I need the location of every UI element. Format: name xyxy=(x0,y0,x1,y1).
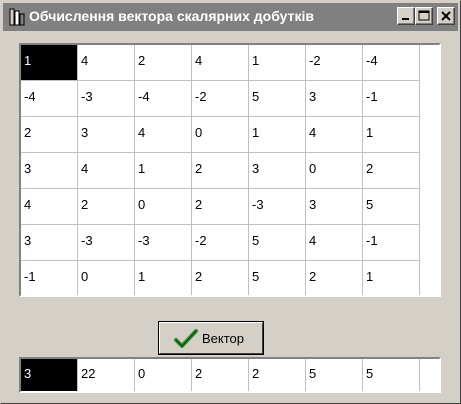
matrix-cell[interactable]: 3 xyxy=(306,81,363,117)
matrix-cell[interactable]: 3 xyxy=(78,117,135,153)
matrix-cell[interactable]: -1 xyxy=(363,81,420,117)
matrix-cell[interactable]: 2 xyxy=(78,189,135,225)
matrix-cell[interactable]: 2 xyxy=(192,189,249,225)
matrix-cell[interactable]: 4 xyxy=(306,225,363,261)
matrix-cell[interactable]: 4 xyxy=(135,117,192,153)
matrix-cell[interactable]: 4 xyxy=(192,45,249,81)
app-icon xyxy=(9,8,25,26)
matrix-cell[interactable]: 0 xyxy=(135,189,192,225)
matrix-cell[interactable]: 4 xyxy=(78,45,135,81)
result-cell[interactable]: 5 xyxy=(363,359,420,391)
matrix-cell[interactable]: 2 xyxy=(21,117,78,153)
result-cell[interactable]: 2 xyxy=(192,359,249,391)
matrix-cell[interactable]: -2 xyxy=(192,225,249,261)
matrix-cell[interactable]: -3 xyxy=(135,225,192,261)
matrix-cell[interactable]: 0 xyxy=(306,153,363,189)
result-cell[interactable]: 22 xyxy=(78,359,135,391)
matrix-cell[interactable]: 4 xyxy=(306,117,363,153)
matrix-cell[interactable]: -3 xyxy=(249,189,306,225)
matrix-cell[interactable]: -2 xyxy=(192,81,249,117)
matrix-cell[interactable]: 1 xyxy=(21,45,78,81)
matrix-cell[interactable]: 0 xyxy=(78,261,135,295)
result-cell[interactable]: 3 xyxy=(21,359,78,391)
vector-button-face: Вектор xyxy=(159,322,263,354)
minimize-icon xyxy=(402,18,409,20)
matrix-cell[interactable]: 5 xyxy=(249,81,306,117)
matrix-cell[interactable]: 2 xyxy=(192,261,249,295)
maximize-button[interactable] xyxy=(415,7,433,25)
matrix-cell[interactable]: 1 xyxy=(135,261,192,295)
result-cell[interactable]: 5 xyxy=(306,359,363,391)
matrix-cell[interactable]: -4 xyxy=(363,45,420,81)
matrix-cell[interactable]: 3 xyxy=(306,189,363,225)
matrix-cell[interactable]: 4 xyxy=(21,189,78,225)
checkmark-icon xyxy=(174,329,198,348)
matrix-cell[interactable]: 1 xyxy=(249,117,306,153)
result-cell[interactable]: 2 xyxy=(249,359,306,391)
matrix-cell[interactable]: 3 xyxy=(249,153,306,189)
window-title: Обчислення вектора скалярних добутків xyxy=(29,8,314,24)
close-icon xyxy=(441,11,451,21)
matrix-cell[interactable]: 1 xyxy=(363,117,420,153)
matrix-cell[interactable]: 2 xyxy=(135,45,192,81)
matrix-cell[interactable]: 5 xyxy=(363,189,420,225)
matrix-cell[interactable]: 5 xyxy=(249,225,306,261)
matrix-cell[interactable]: 2 xyxy=(363,153,420,189)
matrix-cell[interactable]: 0 xyxy=(192,117,249,153)
close-button[interactable] xyxy=(437,7,455,25)
matrix-cell[interactable]: 1 xyxy=(249,45,306,81)
matrix-cell[interactable]: 5 xyxy=(249,261,306,295)
matrix-cell[interactable]: -3 xyxy=(78,81,135,117)
main-window: Обчислення вектора скалярних добутків 14… xyxy=(0,0,461,404)
matrix-cell[interactable]: -1 xyxy=(363,225,420,261)
matrix-cell[interactable]: 4 xyxy=(78,153,135,189)
matrix-cell[interactable]: 1 xyxy=(363,261,420,295)
matrix-cell[interactable]: -3 xyxy=(78,225,135,261)
matrix-cell[interactable]: 1 xyxy=(135,153,192,189)
vector-button[interactable]: Вектор xyxy=(158,321,264,355)
maximize-icon xyxy=(418,10,430,21)
matrix-cell[interactable]: -1 xyxy=(21,261,78,295)
result-cell[interactable]: 0 xyxy=(135,359,192,391)
matrix-cell[interactable]: -2 xyxy=(306,45,363,81)
matrix-cell[interactable]: 2 xyxy=(306,261,363,295)
title-bar[interactable]: Обчислення вектора скалярних добутків xyxy=(3,3,458,31)
matrix-cell[interactable]: -4 xyxy=(21,81,78,117)
matrix-cell[interactable]: 2 xyxy=(192,153,249,189)
matrix-grid[interactable]: 1 4 2 4 1 -2 -4 -4 -3 -4 -2 5 3 -1 2 3 4 0 1 4 1 3 4 1 2 3 0 2 4 2 0 2-… xyxy=(19,43,441,297)
minimize-button[interactable] xyxy=(397,7,415,25)
matrix-cell[interactable]: 3 xyxy=(21,153,78,189)
result-grid[interactable]: 3 22 0 2 2 5 5 xyxy=(19,357,441,393)
vector-button-label: Вектор xyxy=(202,331,245,346)
matrix-cell[interactable]: 3 xyxy=(21,225,78,261)
matrix-cell[interactable]: -4 xyxy=(135,81,192,117)
